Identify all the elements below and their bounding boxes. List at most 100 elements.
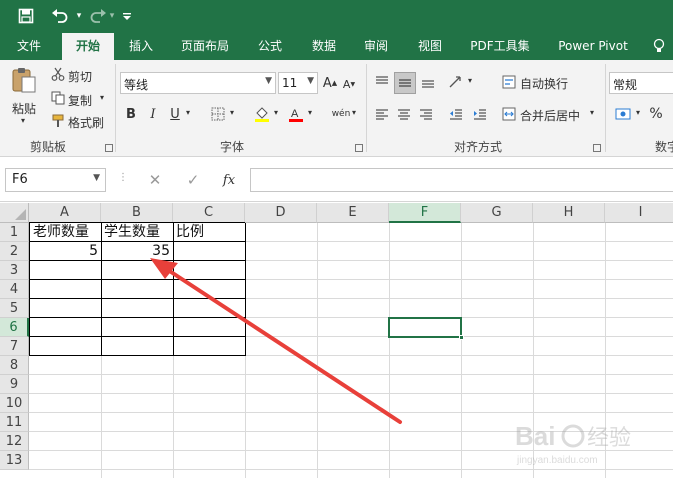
save-icon[interactable]: [14, 5, 38, 27]
alignment-launcher-icon[interactable]: [593, 144, 601, 152]
cell-C1[interactable]: 比例: [173, 223, 207, 242]
font-color-dropdown-icon[interactable]: ▾: [308, 108, 312, 117]
column-header-C[interactable]: C: [173, 203, 245, 223]
tab-formulas[interactable]: 公式: [248, 33, 292, 60]
scissors-icon[interactable]: [50, 66, 66, 82]
paste-dropdown-icon[interactable]: ▾: [21, 116, 25, 125]
align-left-icon[interactable]: [372, 104, 392, 124]
fill-handle[interactable]: [459, 335, 464, 340]
align-center-icon[interactable]: [394, 104, 414, 124]
cell-B1[interactable]: 学生数量: [101, 223, 163, 242]
tab-view[interactable]: 视图: [408, 33, 452, 60]
column-header-A[interactable]: A: [29, 203, 101, 223]
font-color-icon[interactable]: A: [286, 104, 306, 124]
formula-input[interactable]: [250, 168, 673, 192]
customize-toolbar-icon[interactable]: [120, 5, 134, 27]
merge-center-button[interactable]: 合并后居中: [520, 107, 580, 124]
column-header-B[interactable]: B: [101, 203, 173, 223]
wrap-text-button[interactable]: 自动换行: [520, 75, 568, 92]
align-right-icon[interactable]: [416, 104, 436, 124]
row-header-4[interactable]: 4: [0, 280, 29, 299]
accounting-dropdown-icon[interactable]: ▾: [636, 108, 640, 117]
copy-button[interactable]: 复制: [68, 92, 92, 109]
orientation-icon[interactable]: [446, 72, 466, 92]
paste-icon[interactable]: [8, 66, 40, 94]
font-name-select[interactable]: 等线 ▼: [120, 72, 276, 94]
cut-button[interactable]: 剪切: [68, 68, 92, 85]
tab-pdf-tools[interactable]: PDF工具集: [460, 33, 540, 60]
align-bottom-icon[interactable]: [418, 72, 438, 92]
insert-function-button[interactable]: fx: [218, 170, 240, 190]
italic-button[interactable]: I: [144, 104, 162, 124]
cell-B2[interactable]: 35: [101, 242, 173, 261]
fill-color-dropdown-icon[interactable]: ▾: [274, 108, 278, 117]
fill-color-icon[interactable]: [252, 104, 272, 124]
font-launcher-icon[interactable]: [355, 144, 363, 152]
column-header-F[interactable]: F: [389, 203, 461, 223]
tab-page-layout[interactable]: 页面布局: [170, 33, 240, 60]
undo-icon[interactable]: [48, 5, 72, 27]
orientation-dropdown-icon[interactable]: ▾: [468, 76, 472, 85]
row-header-7[interactable]: 7: [0, 337, 29, 356]
row-header-12[interactable]: 12: [0, 432, 29, 451]
tab-review[interactable]: 审阅: [354, 33, 398, 60]
copy-icon[interactable]: [50, 90, 66, 106]
column-header-D[interactable]: D: [245, 203, 317, 223]
row-header-13[interactable]: 13: [0, 451, 29, 470]
tab-home[interactable]: 开始: [62, 33, 114, 60]
bold-button[interactable]: B: [122, 104, 140, 124]
borders-dropdown-icon[interactable]: ▾: [230, 108, 234, 117]
merge-dropdown-icon[interactable]: ▾: [590, 108, 594, 117]
row-header-8[interactable]: 8: [0, 356, 29, 375]
row-header-2[interactable]: 2: [0, 242, 29, 261]
phonetic-dropdown-icon[interactable]: ▾: [352, 108, 356, 117]
redo-dropdown-icon[interactable]: ▾: [108, 5, 116, 27]
merge-center-icon[interactable]: [500, 104, 518, 124]
redo-icon[interactable]: [88, 5, 108, 27]
percent-button[interactable]: %: [646, 104, 666, 124]
cell-A1[interactable]: 老师数量: [30, 223, 92, 242]
undo-dropdown-icon[interactable]: ▾: [74, 5, 84, 27]
borders-icon[interactable]: [208, 104, 228, 124]
row-header-11[interactable]: 11: [0, 413, 29, 432]
cancel-icon[interactable]: ✕: [145, 170, 165, 190]
row-header-9[interactable]: 9: [0, 375, 29, 394]
tab-data[interactable]: 数据: [302, 33, 346, 60]
increase-indent-icon[interactable]: [470, 104, 490, 124]
copy-dropdown-icon[interactable]: ▾: [100, 93, 104, 102]
row-header-1[interactable]: 1: [0, 223, 29, 242]
row-header-3[interactable]: 3: [0, 261, 29, 280]
name-box[interactable]: F6 ▼: [5, 168, 106, 192]
font-size-select[interactable]: 11 ▼: [278, 72, 318, 94]
tab-file[interactable]: 文件: [0, 33, 58, 60]
accounting-format-icon[interactable]: [612, 104, 634, 124]
align-middle-icon[interactable]: [394, 72, 416, 94]
tab-power-pivot[interactable]: Power Pivot: [548, 33, 638, 60]
select-all-button[interactable]: [0, 203, 29, 223]
enter-icon[interactable]: ✓: [183, 170, 203, 190]
paste-button[interactable]: 粘贴: [12, 100, 36, 117]
column-header-H[interactable]: H: [533, 203, 605, 223]
wrap-text-icon[interactable]: [500, 72, 518, 92]
row-header-6[interactable]: 6: [0, 318, 29, 337]
align-top-icon[interactable]: [372, 72, 392, 92]
row-header-10[interactable]: 10: [0, 394, 29, 413]
column-header-E[interactable]: E: [317, 203, 389, 223]
phonetic-guide-button[interactable]: wén: [328, 102, 354, 126]
format-painter-button[interactable]: 格式刷: [68, 114, 104, 131]
clipboard-launcher-icon[interactable]: [105, 144, 113, 152]
tab-insert[interactable]: 插入: [118, 33, 164, 60]
row-header-5[interactable]: 5: [0, 299, 29, 318]
column-header-G[interactable]: G: [461, 203, 533, 223]
cell-A2[interactable]: 5: [30, 242, 101, 261]
number-format-select[interactable]: 常规: [609, 72, 673, 94]
underline-button[interactable]: U: [166, 104, 184, 124]
format-painter-icon[interactable]: [50, 113, 66, 129]
underline-dropdown-icon[interactable]: ▾: [186, 108, 190, 117]
decrease-indent-icon[interactable]: [446, 104, 466, 124]
active-cell-selection[interactable]: [388, 317, 462, 338]
decrease-font-icon[interactable]: A ▼: [342, 75, 356, 93]
increase-font-icon[interactable]: A ▲: [322, 73, 338, 93]
column-header-I[interactable]: I: [605, 203, 673, 223]
lightbulb-icon[interactable]: [648, 33, 670, 60]
